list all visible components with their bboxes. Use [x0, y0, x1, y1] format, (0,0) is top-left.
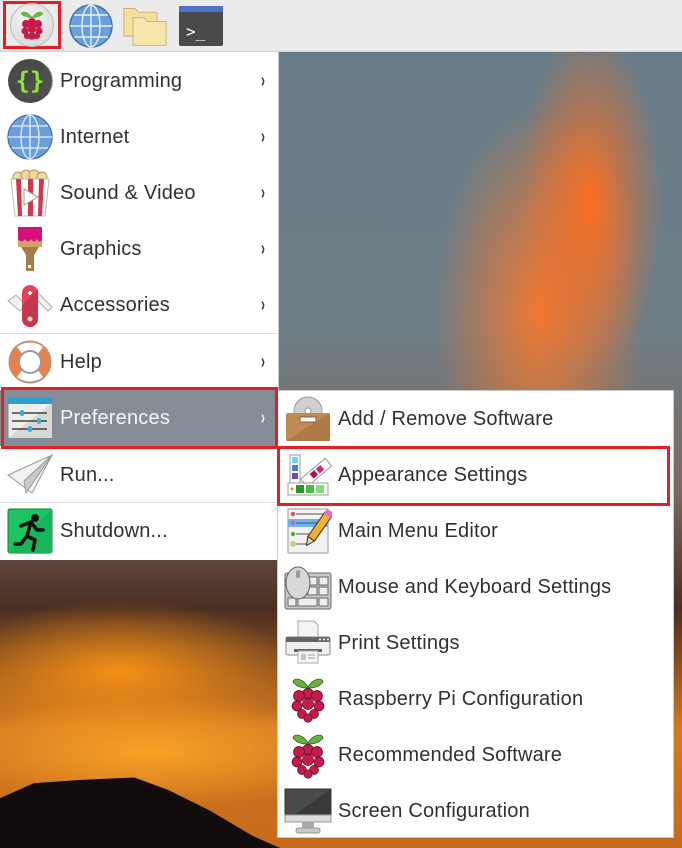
menu-item-label: Programming — [60, 69, 183, 92]
braces-icon: {} — [6, 57, 54, 105]
globe-icon — [6, 113, 54, 161]
mouse-keyboard-icon — [284, 563, 332, 611]
svg-text:{}: {} — [16, 67, 45, 95]
menu-item-internet[interactable]: Internet › — [0, 109, 278, 165]
menu-item-accessories[interactable]: Accessories › — [0, 277, 278, 333]
submenu-arrow-icon: › — [260, 350, 265, 373]
menu-item-label: Accessories — [60, 293, 171, 316]
menu-item-help[interactable]: Help › — [0, 334, 278, 390]
submenu-arrow-icon: › — [260, 69, 265, 92]
terminal-launcher[interactable]: >_ — [178, 3, 224, 49]
submenu-arrow-icon: › — [260, 125, 265, 148]
paintbrush-icon — [6, 225, 54, 273]
submenu-item-appearance-settings[interactable]: Appearance Settings — [278, 447, 673, 503]
menu-item-programming[interactable]: {} Programming › — [0, 53, 278, 109]
lifebuoy-icon — [6, 338, 54, 386]
submenu-item-label: Raspberry Pi Configuration — [338, 687, 584, 710]
menu-item-label: Help — [60, 350, 102, 373]
web-browser-launcher[interactable] — [68, 3, 114, 49]
menu-item-label: Shutdown... — [60, 519, 168, 542]
menu-item-run[interactable]: Run... — [0, 447, 278, 503]
preferences-submenu: Add / Remove Software Appearance Setting… — [277, 390, 674, 838]
submenu-item-label: Recommended Software — [338, 743, 563, 766]
submenu-arrow-icon: › — [260, 406, 265, 429]
menu-item-label: Graphics — [60, 237, 142, 260]
submenu-item-add-remove-software[interactable]: Add / Remove Software — [278, 391, 673, 447]
submenu-item-raspberry-pi-configuration[interactable]: Raspberry Pi Configuration — [278, 671, 673, 727]
menu-item-label: Sound & Video — [60, 181, 196, 204]
main-menu: {} Programming › Internet › Sound & Vide… — [0, 52, 279, 560]
submenu-item-label: Screen Configuration — [338, 799, 530, 822]
submenu-item-label: Appearance Settings — [338, 463, 528, 486]
raspberry-icon — [10, 3, 54, 47]
pocket-knife-icon — [6, 281, 54, 329]
submenu-item-main-menu-editor[interactable]: Main Menu Editor — [278, 503, 673, 559]
terminal-icon: >_ — [179, 6, 223, 46]
submenu-item-label: Main Menu Editor — [338, 519, 498, 542]
package-disc-icon — [284, 395, 332, 443]
menu-item-sound-video[interactable]: Sound & Video › — [0, 165, 278, 221]
submenu-item-print-settings[interactable]: Print Settings — [278, 615, 673, 671]
globe-icon — [69, 4, 113, 48]
monitor-icon — [284, 787, 332, 835]
taskbar: >_ — [0, 0, 682, 52]
menu-item-graphics[interactable]: Graphics › — [0, 221, 278, 277]
menu-item-shutdown[interactable]: Shutdown... — [0, 503, 278, 559]
list-pencil-icon — [284, 507, 332, 555]
running-man-exit-icon — [6, 507, 54, 555]
submenu-item-label: Add / Remove Software — [338, 407, 554, 430]
submenu-item-recommended-software[interactable]: Recommended Software — [278, 727, 673, 783]
submenu-item-label: Print Settings — [338, 631, 460, 654]
submenu-arrow-icon: › — [260, 237, 265, 260]
color-swatches-icon — [284, 451, 332, 499]
submenu-item-mouse-keyboard-settings[interactable]: Mouse and Keyboard Settings — [278, 559, 673, 615]
sliders-window-icon — [6, 394, 54, 442]
menu-item-preferences[interactable]: Preferences › — [0, 390, 278, 446]
svg-text:>_: >_ — [186, 22, 206, 41]
folder-icon — [123, 8, 167, 46]
file-manager-launcher[interactable] — [122, 3, 168, 49]
raspberry-icon — [284, 675, 332, 723]
submenu-item-label: Mouse and Keyboard Settings — [338, 575, 612, 598]
printer-icon — [284, 619, 332, 667]
menu-item-label: Internet — [60, 125, 130, 148]
paper-plane-icon — [6, 451, 54, 499]
raspberry-icon — [284, 731, 332, 779]
menu-item-label: Preferences — [60, 406, 171, 429]
submenu-arrow-icon: › — [260, 293, 265, 316]
menu-button[interactable] — [3, 1, 61, 49]
submenu-arrow-icon: › — [260, 181, 265, 204]
submenu-item-screen-configuration[interactable]: Screen Configuration — [278, 783, 673, 839]
menu-item-label: Run... — [60, 463, 115, 486]
popcorn-video-icon — [6, 169, 54, 217]
